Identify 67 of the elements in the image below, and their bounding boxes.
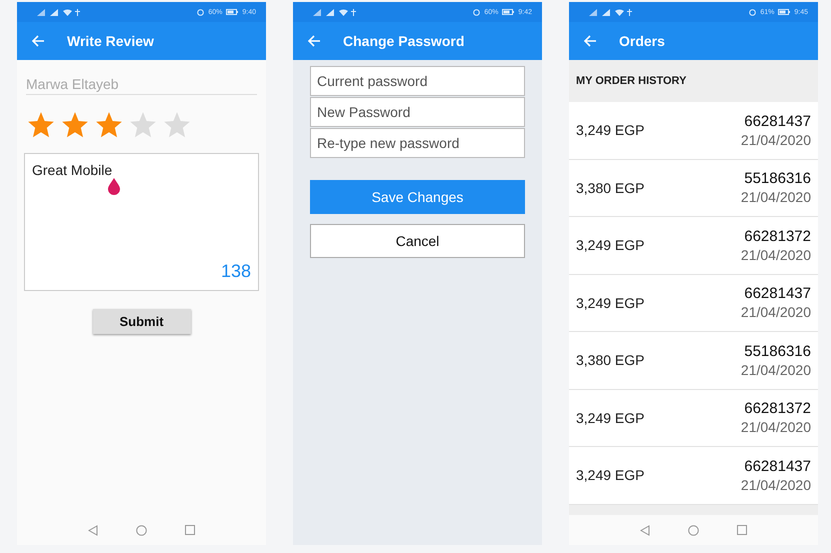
order-row[interactable]: 3,380 EGP 55186316 21/04/2020 — [569, 160, 818, 217]
filled-star-icon[interactable] — [94, 111, 124, 139]
usb-icon — [75, 8, 80, 16]
submit-button[interactable]: Submit — [92, 309, 190, 334]
order-row[interactable]: 3,249 EGP 66281372 21/04/2020 — [569, 390, 818, 447]
password-field[interactable]: New Password — [310, 97, 525, 127]
wifi-icon — [63, 8, 72, 16]
text-cursor-handle-icon[interactable] — [107, 177, 121, 195]
order-amount: 3,249 EGP — [576, 122, 646, 138]
home-nav-icon[interactable] — [688, 524, 699, 536]
alarm-icon — [197, 8, 204, 16]
back-arrow-icon[interactable] — [307, 34, 321, 48]
empty-star-icon[interactable] — [162, 111, 192, 139]
usb-icon — [351, 8, 356, 16]
order-date: 21/04/2020 — [740, 132, 811, 148]
screen-title: Orders — [619, 33, 665, 49]
order-row[interactable]: 3,249 EGP 66281437 21/04/2020 — [569, 102, 818, 160]
order-number: 66281437 — [744, 458, 811, 475]
character-counter: 138 — [220, 261, 251, 282]
order-amount: 3,249 EGP — [576, 410, 646, 426]
order-row[interactable]: 3,249 EGP 66281372 21/04/2020 — [569, 217, 818, 274]
wifi-icon — [615, 8, 624, 16]
password-field[interactable]: Current password — [310, 66, 525, 96]
order-amount: 3,249 EGP — [576, 294, 646, 311]
screen-title: Change Password — [343, 33, 464, 49]
order-date: 21/04/2020 — [740, 419, 811, 436]
order-row[interactable]: 3,249 EGP 66281437 21/04/2020 — [569, 274, 818, 332]
filled-star-icon[interactable] — [26, 111, 56, 139]
battery-icon — [778, 9, 790, 15]
battery-icon — [226, 9, 238, 15]
order-number: 66281372 — [744, 228, 811, 245]
order-number: 55186316 — [744, 342, 811, 360]
empty-star-icon[interactable] — [128, 111, 158, 139]
order-row[interactable]: 3,249 EGP 66281437 21/04/2020 — [569, 447, 818, 504]
alarm-icon — [749, 8, 756, 16]
back-arrow-icon[interactable] — [583, 34, 597, 48]
usb-icon — [627, 8, 632, 16]
order-date: 21/04/2020 — [740, 476, 811, 493]
order-number: 66281372 — [744, 400, 811, 418]
screen-title: Write Review — [67, 33, 154, 49]
recents-nav-icon[interactable] — [737, 525, 747, 535]
order-date: 21/04/2020 — [740, 362, 811, 378]
home-nav-icon[interactable] — [136, 524, 147, 536]
back-nav-icon[interactable] — [640, 524, 650, 536]
back-arrow-icon[interactable] — [31, 34, 45, 48]
back-nav-icon[interactable] — [88, 524, 98, 536]
recents-nav-icon[interactable] — [185, 525, 195, 535]
alarm-icon — [473, 8, 480, 16]
password-field[interactable]: Re-type new password — [310, 128, 525, 158]
filled-star-icon[interactable] — [60, 111, 90, 139]
star-rating[interactable] — [26, 111, 192, 139]
battery-icon — [502, 9, 514, 15]
order-date: 21/04/2020 — [740, 304, 811, 320]
wifi-icon — [339, 8, 348, 16]
order-number: 55186316 — [744, 170, 811, 188]
order-amount: 3,249 EGP — [576, 467, 646, 484]
order-amount: 3,380 EGP — [576, 180, 646, 196]
cancel-button[interactable]: Cancel — [310, 224, 525, 258]
order-number: 66281437 — [744, 112, 811, 130]
order-date: 21/04/2020 — [740, 189, 811, 206]
section-header: MY ORDER HISTORY — [576, 75, 686, 87]
order-row[interactable]: 3,380 EGP 55186316 21/04/2020 — [569, 332, 818, 390]
order-amount: 3,380 EGP — [576, 352, 646, 368]
order-number: 66281437 — [744, 285, 811, 302]
order-date: 21/04/2020 — [740, 246, 811, 263]
order-amount: 3,249 EGP — [576, 237, 646, 254]
review-text-area[interactable]: Great Mobile 138 — [24, 153, 259, 291]
